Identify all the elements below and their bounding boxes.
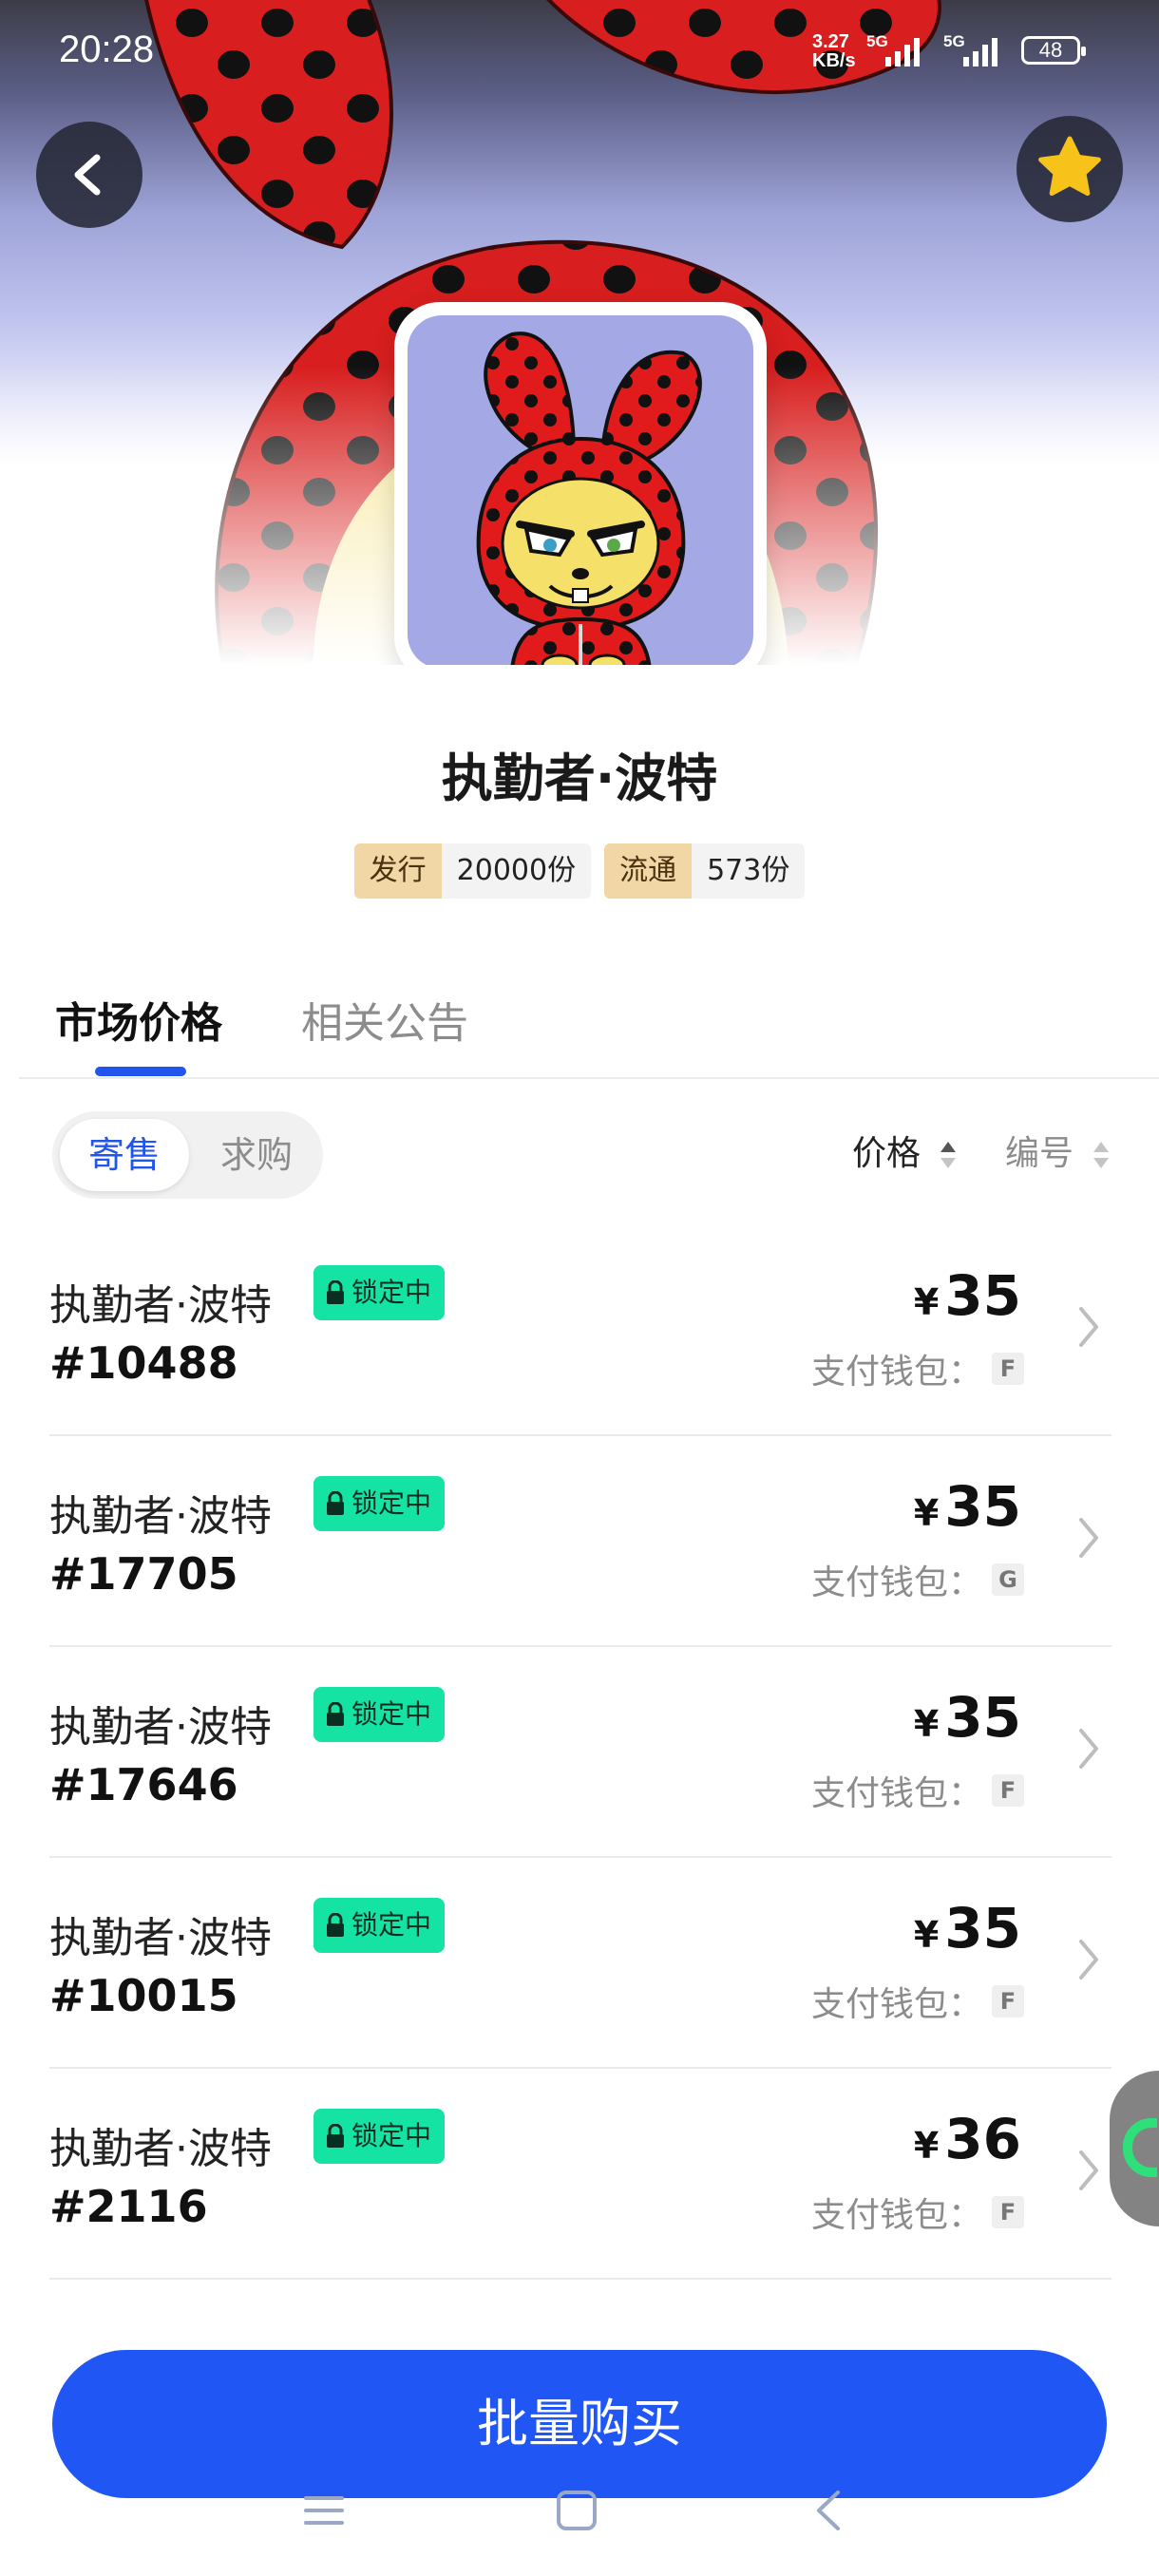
segment-purchase-request[interactable]: 求购: [204, 1119, 309, 1191]
lock-icon: [327, 1702, 344, 1726]
locked-badge: 锁定中: [314, 1687, 446, 1742]
item-number: #2116: [49, 2181, 208, 2232]
item-price: ¥35: [913, 1474, 1021, 1539]
locked-badge: 锁定中: [314, 1898, 446, 1953]
item-number: #17705: [49, 1548, 238, 1600]
item-name: 执勤者·波特: [49, 2125, 272, 2173]
listing-list: 执勤者·波特 锁定中 #10488 ¥35 支付钱包： F 执勤者·波特 锁定中 …: [49, 1225, 1112, 2280]
lock-icon: [327, 1913, 344, 1937]
hero-banner: 20:28 3.27 KB/s 5G 5G 48: [0, 0, 1159, 665]
item-name: 执勤者·波特: [49, 1281, 272, 1330]
list-item[interactable]: 执勤者·波特 锁定中 #10015 ¥35 支付钱包： F: [49, 1858, 1112, 2069]
product-title: 执勤者·波特: [441, 748, 718, 808]
lock-icon: [327, 1280, 344, 1304]
segment-consignment[interactable]: 寄售: [60, 1119, 189, 1191]
item-name: 执勤者·波特: [49, 1492, 272, 1541]
product-stats: 发行 20000份 流通 573份: [0, 843, 1159, 899]
status-bar: 20:28 3.27 KB/s 5G 5G 48: [0, 0, 1159, 104]
back-button[interactable]: [36, 122, 142, 228]
stat-label: 发行: [353, 843, 442, 899]
battery-icon: 48: [1021, 36, 1086, 65]
locked-badge: 锁定中: [314, 2109, 446, 2164]
stat-issued: 发行 20000份: [353, 843, 592, 899]
sort-by-price[interactable]: 价格: [852, 1130, 956, 1178]
home-icon[interactable]: [555, 2489, 598, 2532]
item-number: #10488: [49, 1337, 238, 1389]
item-price: ¥36: [913, 2107, 1021, 2171]
lock-icon: [327, 2124, 344, 2148]
network-speed: 3.27 KB/s: [812, 31, 856, 71]
item-price: ¥35: [913, 1685, 1021, 1750]
sort-arrows-icon: [940, 1142, 956, 1168]
item-number: #10015: [49, 1970, 238, 2021]
wallet-code: F: [992, 1774, 1024, 1807]
tab-active-indicator: [95, 1067, 186, 1076]
lock-icon: [327, 1491, 344, 1515]
sort-by-number[interactable]: 编号: [1005, 1130, 1109, 1178]
chevron-left-icon: [74, 154, 101, 196]
item-name: 执勤者·波特: [49, 1703, 272, 1752]
star-icon: [1038, 136, 1101, 197]
sort-arrows-icon: [1093, 1142, 1109, 1168]
chevron-right-icon: [1079, 1940, 1098, 1979]
tab-divider: [19, 1077, 1159, 1079]
favorite-button[interactable]: [1016, 116, 1123, 222]
tab-bar: 市场价格 相关公告: [0, 983, 1159, 1078]
listing-type-toggle: 寄售 求购: [52, 1111, 323, 1199]
status-time: 20:28: [59, 28, 155, 70]
menu-icon[interactable]: [302, 2489, 346, 2532]
locked-badge: 锁定中: [314, 1265, 446, 1320]
wallet-code: G: [992, 1563, 1024, 1596]
stat-label: 流通: [604, 843, 693, 899]
locked-badge: 锁定中: [314, 1476, 446, 1531]
chevron-right-icon: [1079, 1307, 1098, 1347]
tab-market-price[interactable]: 市场价格: [55, 989, 222, 1050]
nft-avatar: [394, 302, 767, 665]
item-wallet: 支付钱包： F: [811, 1344, 1024, 1393]
item-name: 执勤者·波特: [49, 1914, 272, 1962]
item-wallet: 支付钱包： G: [811, 1555, 1024, 1604]
floating-assistant-button[interactable]: [1110, 2071, 1159, 2226]
sort-label: 价格: [852, 1134, 922, 1173]
system-nav-bar: [0, 2481, 1159, 2576]
item-price: ¥35: [913, 1263, 1021, 1328]
chevron-right-icon: [1079, 1518, 1098, 1558]
signal-bars-icon-2: [963, 38, 998, 66]
item-wallet: 支付钱包： F: [811, 1977, 1024, 2026]
wallet-code: F: [992, 2196, 1024, 2228]
signal-bars-icon: [885, 38, 920, 66]
rabbit-character-image: [408, 315, 753, 665]
list-item[interactable]: 执勤者·波特 锁定中 #2116 ¥36 支付钱包： F: [49, 2069, 1112, 2280]
wallet-code: F: [992, 1353, 1024, 1385]
chevron-right-icon: [1079, 2150, 1098, 2190]
stat-value: 573份: [692, 843, 806, 899]
sort-label: 编号: [1005, 1134, 1074, 1173]
list-item[interactable]: 执勤者·波特 锁定中 #17705 ¥35 支付钱包： G: [49, 1436, 1112, 1647]
back-nav-icon[interactable]: [808, 2489, 851, 2532]
item-wallet: 支付钱包： F: [811, 2188, 1024, 2237]
chevron-right-icon: [1079, 1729, 1098, 1769]
wallet-code: F: [992, 1985, 1024, 2017]
stat-value: 20000份: [441, 843, 592, 899]
list-item[interactable]: 执勤者·波特 锁定中 #17646 ¥35 支付钱包： F: [49, 1647, 1112, 1858]
item-price: ¥35: [913, 1896, 1021, 1960]
list-item[interactable]: 执勤者·波特 锁定中 #10488 ¥35 支付钱包： F: [49, 1225, 1112, 1436]
item-wallet: 支付钱包： F: [811, 1766, 1024, 1815]
stat-circulation: 流通 573份: [604, 843, 806, 899]
item-number: #17646: [49, 1759, 238, 1810]
bulk-buy-button[interactable]: 批量购买: [52, 2350, 1107, 2498]
tab-announcements[interactable]: 相关公告: [301, 989, 468, 1050]
